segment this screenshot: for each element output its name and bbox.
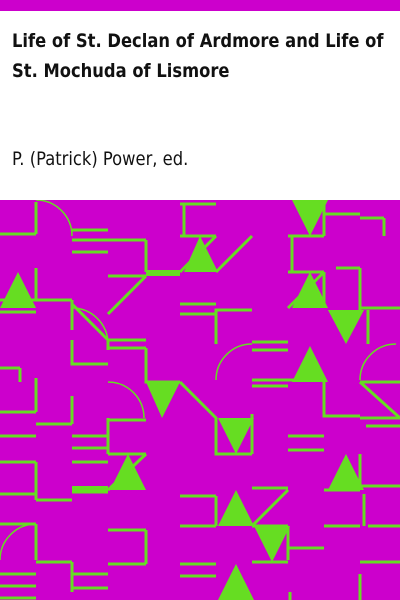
cover-pattern	[0, 200, 400, 600]
top-color-bar	[0, 0, 400, 11]
cover-pattern-graphic	[0, 200, 400, 600]
book-title: Life of St. Declan of Ardmore and Life o…	[12, 30, 384, 82]
book-author: P. (Patrick) Power, ed.	[12, 148, 189, 170]
